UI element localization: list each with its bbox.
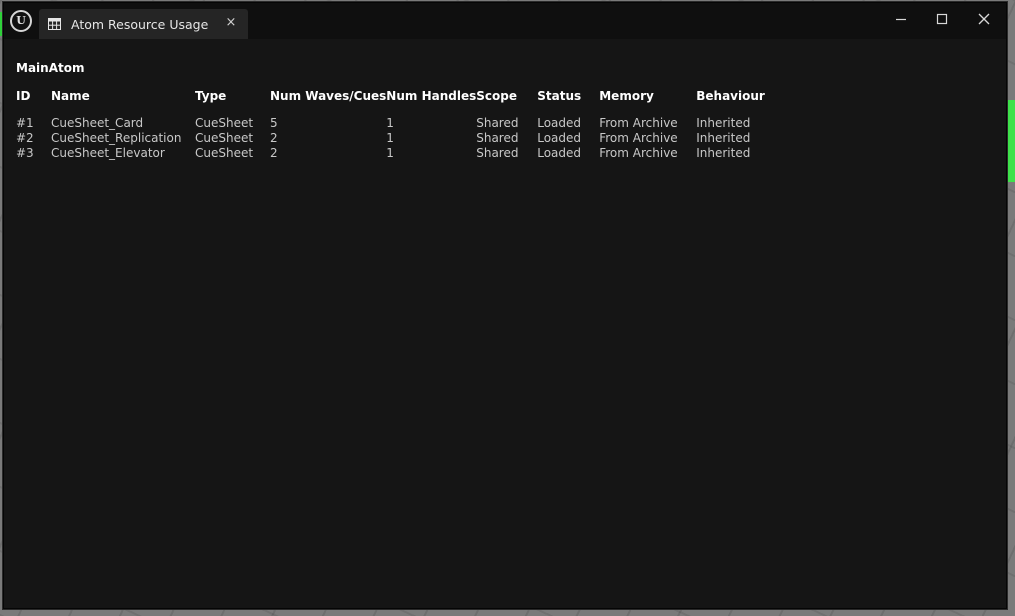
cell-num-handles: 1: [386, 146, 394, 160]
cell-name: CueSheet_Replication: [51, 131, 182, 145]
column-header-type: Type: [195, 89, 227, 103]
cell-behaviour: Inherited: [696, 116, 751, 130]
column-header-memory: Memory: [599, 89, 654, 103]
minimize-icon: [896, 18, 906, 21]
spacer-cell: [16, 106, 776, 116]
cell-memory: From Archive: [599, 131, 678, 145]
column-header-status: Status: [537, 89, 582, 103]
cell-behaviour: Inherited: [696, 131, 751, 145]
cell-id: #2: [16, 131, 34, 145]
cell-memory: From Archive: [599, 146, 678, 160]
tab-close-button[interactable]: ×: [223, 15, 239, 31]
cell-type: CueSheet: [195, 131, 254, 145]
column-header-num-waves-cues: Num Waves/Cues: [270, 89, 387, 103]
cell-num-waves-cues: 2: [270, 146, 278, 160]
maximize-button[interactable]: [924, 7, 960, 31]
background-green-shape-right: [1006, 100, 1015, 182]
cell-name: CueSheet_Card: [51, 116, 144, 130]
cell-num-handles: 1: [386, 131, 394, 145]
cell-status: Loaded: [537, 131, 582, 145]
title-bar[interactable]: U Atom Resource Usage ×: [4, 3, 1006, 39]
cell-type: CueSheet: [195, 116, 254, 130]
table-row[interactable]: #1 CueSheet_Card CueSheet 5 1 Shared Loa…: [16, 116, 776, 131]
section-title: MainAtom: [16, 61, 85, 75]
column-header-behaviour: Behaviour: [696, 89, 765, 103]
cell-num-handles: 1: [386, 116, 394, 130]
table-icon: [48, 18, 61, 30]
cell-scope: Shared: [476, 146, 519, 160]
close-icon: [978, 13, 990, 25]
resource-table: ID Name Type Num Waves/Cues Num Handles …: [16, 89, 776, 161]
cell-memory: From Archive: [599, 116, 678, 130]
atom-resource-usage-window: U Atom Resource Usage × MainAtom ID Name…: [3, 2, 1007, 609]
minimize-button[interactable]: [883, 7, 919, 31]
cell-num-waves-cues: 5: [270, 116, 278, 130]
column-header-scope: Scope: [476, 89, 517, 103]
cell-status: Loaded: [537, 146, 582, 160]
column-header-id: ID: [16, 89, 31, 103]
cell-behaviour: Inherited: [696, 146, 751, 160]
table-row[interactable]: #3 CueSheet_Elevator CueSheet 2 1 Shared…: [16, 146, 776, 161]
table-spacer: [16, 106, 776, 116]
cell-id: #3: [16, 146, 34, 160]
column-header-num-handles: Num Handles: [386, 89, 477, 103]
cell-status: Loaded: [537, 116, 582, 130]
tab-atom-resource-usage[interactable]: Atom Resource Usage ×: [39, 9, 248, 39]
column-header-name: Name: [51, 89, 90, 103]
cell-type: CueSheet: [195, 146, 254, 160]
unreal-logo-icon[interactable]: U: [10, 10, 32, 32]
cell-id: #1: [16, 116, 34, 130]
tab-title: Atom Resource Usage: [71, 17, 209, 32]
content-panel: MainAtom ID Name Type Num Waves/Cues Num…: [4, 39, 1006, 608]
cell-num-waves-cues: 2: [270, 131, 278, 145]
table-row[interactable]: #2 CueSheet_Replication CueSheet 2 1 Sha…: [16, 131, 776, 146]
maximize-icon: [936, 13, 948, 25]
cell-name: CueSheet_Elevator: [51, 146, 165, 160]
table-header-row: ID Name Type Num Waves/Cues Num Handles …: [16, 89, 776, 106]
cell-scope: Shared: [476, 116, 519, 130]
cell-scope: Shared: [476, 131, 519, 145]
close-window-button[interactable]: [966, 7, 1002, 31]
